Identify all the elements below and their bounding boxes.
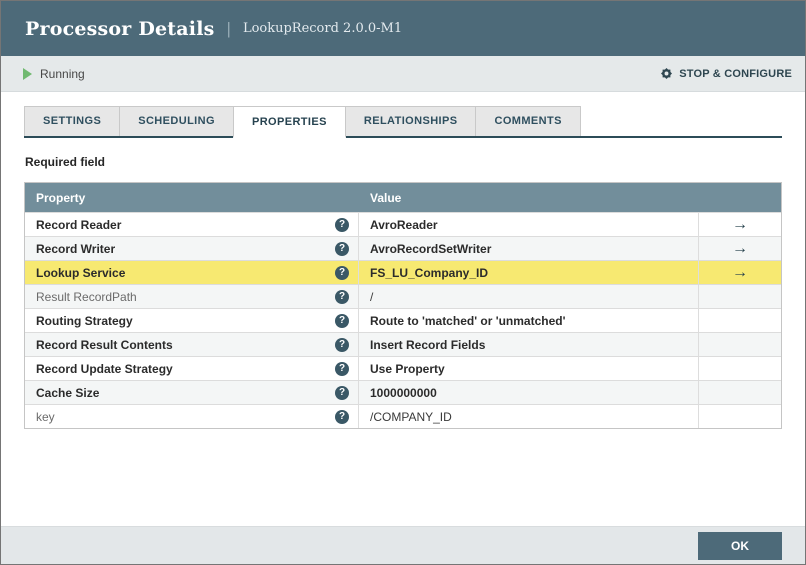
help-icon[interactable]: ?: [335, 313, 349, 328]
help-icon[interactable]: ?: [335, 409, 349, 424]
property-name-cell: Routing Strategy?: [25, 309, 359, 332]
help-icon[interactable]: ?: [335, 241, 349, 256]
column-header-property: Property: [36, 190, 86, 205]
property-name-cell: Record Update Strategy?: [25, 357, 359, 380]
table-row[interactable]: key?/COMPANY_ID: [25, 404, 781, 428]
table-row[interactable]: Record Result Contents? Insert Record Fie…: [25, 332, 781, 356]
stop-configure-icon: [660, 67, 673, 80]
property-name: Routing Strategy: [36, 313, 133, 328]
property-name: Result RecordPath: [36, 289, 137, 304]
property-value-cell[interactable]: AvroReader: [359, 213, 699, 236]
help-icon[interactable]: ?: [335, 337, 349, 352]
run-state-label: Running: [40, 66, 85, 81]
property-value-cell[interactable]: Insert Record Fields: [359, 333, 699, 356]
dialog-footer: OK: [1, 526, 805, 564]
ok-button[interactable]: OK: [698, 531, 782, 560]
table-row[interactable]: Cache Size? 1000000000: [25, 380, 781, 404]
tab-scheduling[interactable]: SCHEDULING: [119, 106, 234, 136]
properties-table-body: Record Reader? AvroReader → Record Writer? A…: [25, 212, 781, 428]
row-action-cell: [699, 405, 781, 428]
tab-comments[interactable]: COMMENTS: [475, 106, 581, 136]
required-field-label: Required field: [25, 155, 106, 169]
property-name: key: [36, 409, 55, 424]
tab-relationships[interactable]: RELATIONSHIPS: [344, 106, 477, 136]
property-name: Cache Size: [36, 385, 100, 400]
property-name: Record Reader: [36, 217, 122, 232]
help-icon[interactable]: ?: [335, 289, 349, 304]
dialog-header: Processor Details | LookupRecord 2.0.0-M…: [1, 1, 805, 56]
property-name-cell: Cache Size?: [25, 381, 359, 404]
goto-service-icon[interactable]: →: [732, 216, 748, 233]
property-name-cell: Record Reader?: [25, 213, 359, 236]
row-action-cell: [699, 381, 781, 404]
properties-table: Property Value Record Reader? AvroReader →…: [24, 182, 782, 429]
goto-service-icon[interactable]: →: [732, 264, 748, 281]
help-icon[interactable]: ?: [335, 217, 349, 232]
run-state: Running: [23, 67, 85, 81]
property-value-cell[interactable]: AvroRecordSetWriter: [359, 237, 699, 260]
property-name-cell: Record Writer?: [25, 237, 359, 260]
row-action-cell: [699, 309, 781, 332]
row-action-cell: →: [699, 237, 781, 260]
table-row[interactable]: Result RecordPath? /: [25, 284, 781, 308]
title-separator: |: [226, 18, 231, 38]
tab-bar: SETTINGS SCHEDULING PROPERTIES RELATIONSHIP…: [24, 106, 782, 138]
dialog-title: Processor Details: [25, 17, 215, 40]
status-bar: Running STOP & CONFIGURE: [1, 56, 805, 92]
column-header-value: Value: [370, 190, 402, 205]
table-row[interactable]: Record Update Strategy? Use Property: [25, 356, 781, 380]
property-name-cell: Record Result Contents?: [25, 333, 359, 356]
property-value-cell[interactable]: 1000000000: [359, 381, 699, 404]
table-header-row: Property Value: [25, 183, 781, 212]
tab-settings[interactable]: SETTINGS: [24, 106, 121, 136]
running-icon: [23, 67, 32, 80]
goto-service-icon[interactable]: →: [732, 240, 748, 257]
tab-properties[interactable]: PROPERTIES: [232, 106, 346, 138]
property-name-cell: key?: [25, 405, 359, 428]
property-name: Record Update Strategy: [36, 361, 173, 376]
property-value-cell[interactable]: /COMPANY_ID: [359, 405, 699, 428]
property-value-cell[interactable]: /: [359, 285, 699, 308]
property-name-cell: Lookup Service?: [25, 261, 359, 284]
property-name: Record Result Contents: [36, 337, 173, 352]
property-value-cell[interactable]: FS_LU_Company_ID: [359, 261, 699, 284]
table-row[interactable]: Routing Strategy? Route to 'matched' or '…: [25, 308, 781, 332]
property-value-cell[interactable]: Route to 'matched' or 'unmatched': [359, 309, 699, 332]
table-row[interactable]: Record Reader? AvroReader →: [25, 212, 781, 236]
row-action-cell: [699, 333, 781, 356]
table-row[interactable]: Lookup Service? FS_LU_Company_ID →: [25, 260, 781, 284]
help-icon[interactable]: ?: [335, 361, 349, 376]
help-icon[interactable]: ?: [335, 265, 349, 280]
row-action-cell: [699, 285, 781, 308]
processor-details-dialog: Processor Details | LookupRecord 2.0.0-M…: [0, 0, 806, 565]
property-name-cell: Result RecordPath?: [25, 285, 359, 308]
row-action-cell: →: [699, 213, 781, 236]
processor-name-version: LookupRecord 2.0.0-M1: [242, 21, 403, 36]
help-icon[interactable]: ?: [335, 385, 349, 400]
table-row[interactable]: Record Writer? AvroRecordSetWriter →: [25, 236, 781, 260]
property-name: Lookup Service: [36, 265, 126, 280]
property-value-cell[interactable]: Use Property: [359, 357, 699, 380]
property-name: Record Writer: [36, 241, 116, 256]
row-action-cell: →: [699, 261, 781, 284]
row-action-cell: [699, 357, 781, 380]
stop-configure-button[interactable]: STOP & CONFIGURE: [660, 67, 792, 80]
stop-configure-label: STOP & CONFIGURE: [679, 67, 792, 80]
